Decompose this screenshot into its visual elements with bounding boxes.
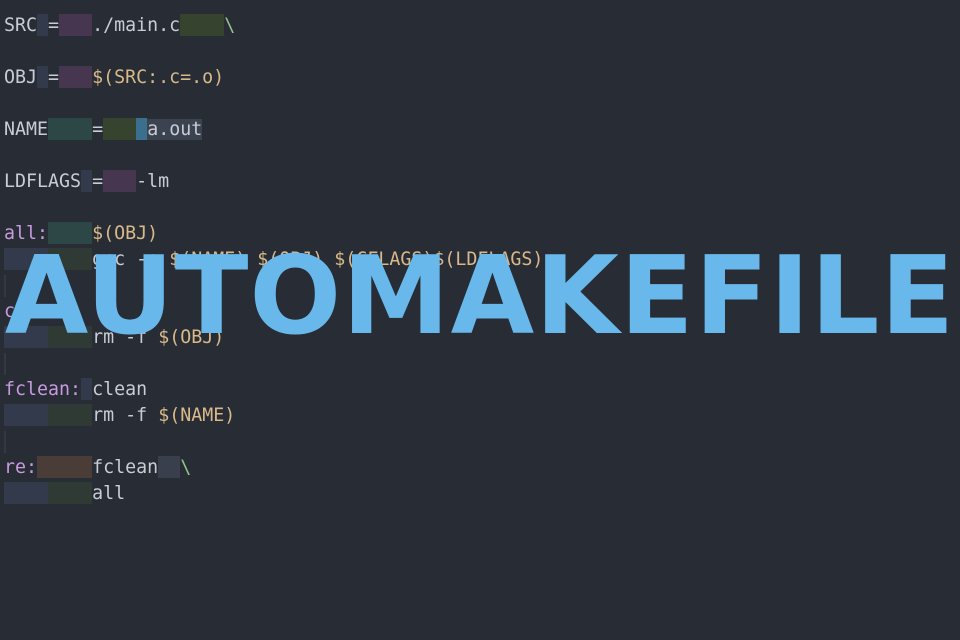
whitespace-marker bbox=[81, 378, 93, 400]
code-token: clean bbox=[92, 379, 148, 400]
code-token: NAME bbox=[4, 119, 49, 140]
code-token: ./main.c bbox=[92, 15, 181, 36]
whitespace-marker bbox=[48, 404, 93, 426]
code-token: LDFLAGS bbox=[4, 171, 82, 192]
code-line[interactable]: re: fclean \ bbox=[4, 455, 543, 481]
whitespace-marker bbox=[4, 404, 49, 426]
code-token: all bbox=[92, 483, 126, 504]
whitespace-marker bbox=[59, 14, 93, 36]
whitespace-marker bbox=[158, 456, 181, 478]
code-line[interactable]: fclean: clean bbox=[4, 377, 543, 403]
code-line[interactable] bbox=[4, 91, 543, 117]
code-token: SRC bbox=[4, 15, 38, 36]
whitespace-marker bbox=[136, 118, 148, 140]
code-token: = bbox=[92, 171, 104, 192]
code-line[interactable]: OBJ = $(SRC:.c=.o) bbox=[4, 65, 543, 91]
screen: SRC = ./main.c \ OBJ = $(SRC:.c=.o) NAME = a.ou… bbox=[0, 0, 960, 640]
code-line[interactable]: rm -f $(NAME) bbox=[4, 403, 543, 429]
code-token: fclean bbox=[92, 457, 159, 478]
code-token: \ bbox=[224, 15, 236, 36]
code-token: OBJ bbox=[4, 67, 38, 88]
code-token: $(NAME) bbox=[158, 405, 236, 426]
code-line[interactable]: NAME = a.out bbox=[4, 117, 543, 143]
overlay-title: AUTOMAKEFILE bbox=[4, 234, 956, 359]
code-token: $(SRC:.c=.o) bbox=[92, 67, 225, 88]
code-line[interactable] bbox=[4, 195, 543, 221]
code-token: \ bbox=[180, 457, 192, 478]
whitespace-marker bbox=[103, 118, 137, 140]
whitespace-marker bbox=[37, 66, 49, 88]
code-line[interactable] bbox=[4, 39, 543, 65]
code-token: a.out bbox=[147, 119, 203, 140]
whitespace-marker bbox=[48, 482, 93, 504]
code-line[interactable]: SRC = ./main.c \ bbox=[4, 13, 543, 39]
code-token: fclean: bbox=[4, 379, 82, 400]
code-token: rm -f bbox=[92, 405, 159, 426]
code-line[interactable]: LDFLAGS = -lm bbox=[4, 169, 543, 195]
whitespace-marker bbox=[103, 170, 137, 192]
whitespace-marker bbox=[81, 170, 93, 192]
code-line[interactable] bbox=[4, 429, 543, 455]
code-token: re: bbox=[4, 457, 38, 478]
code-line[interactable] bbox=[4, 143, 543, 169]
whitespace-marker bbox=[37, 14, 49, 36]
whitespace-marker bbox=[59, 66, 93, 88]
whitespace-marker bbox=[48, 118, 93, 140]
code-line[interactable]: all bbox=[4, 481, 543, 507]
code-token: = bbox=[48, 67, 60, 88]
code-token: = bbox=[92, 119, 104, 140]
whitespace-marker bbox=[37, 456, 93, 478]
whitespace-marker bbox=[180, 14, 225, 36]
code-token: = bbox=[48, 15, 60, 36]
whitespace-marker bbox=[4, 482, 49, 504]
code-token: -lm bbox=[136, 171, 170, 192]
